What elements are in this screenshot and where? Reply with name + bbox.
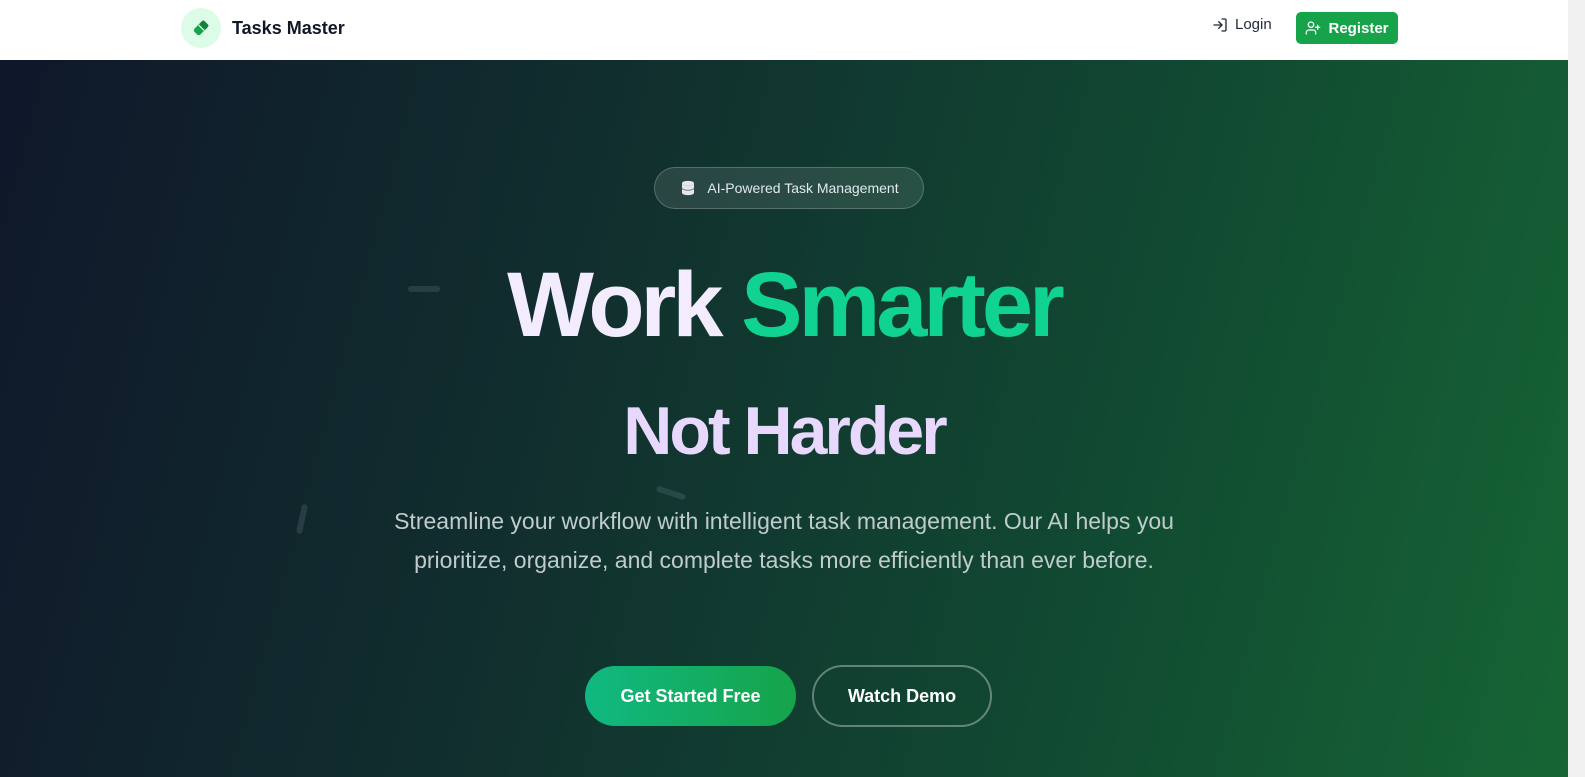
login-link[interactable]: Login [1212, 16, 1272, 33]
ai-badge: AI-Powered Task Management [654, 167, 924, 209]
brand-logo [181, 8, 221, 48]
brand[interactable]: Tasks Master [181, 8, 345, 48]
decorative-dash [655, 485, 687, 501]
hero-headline: Work Smarter [0, 250, 1568, 360]
get-started-button[interactable]: Get Started Free [585, 666, 796, 726]
hero-subheadline: Not Harder [623, 393, 947, 469]
brand-name: Tasks Master [232, 17, 345, 38]
ai-badge-label: AI-Powered Task Management [707, 180, 899, 196]
user-plus-icon [1306, 21, 1321, 35]
top-navbar: Tasks Master Login Register [0, 0, 1568, 60]
hero-description: Streamline your workflow with intelligen… [394, 508, 1174, 573]
eraser-icon [193, 20, 209, 36]
headline-word-smarter: Smarter [741, 254, 1065, 356]
page-scrollbar[interactable] [1568, 0, 1585, 777]
login-label: Login [1235, 16, 1272, 33]
decorative-dash [295, 503, 309, 535]
log-in-icon [1213, 17, 1227, 32]
watch-demo-button[interactable]: Watch Demo [812, 665, 992, 727]
database-icon [681, 180, 695, 196]
register-label: Register [1328, 19, 1389, 37]
register-button[interactable]: Register [1296, 12, 1398, 44]
hero-section: AI-Powered Task Management Work Smarter … [0, 60, 1568, 777]
headline-word-work: Work [507, 254, 723, 356]
